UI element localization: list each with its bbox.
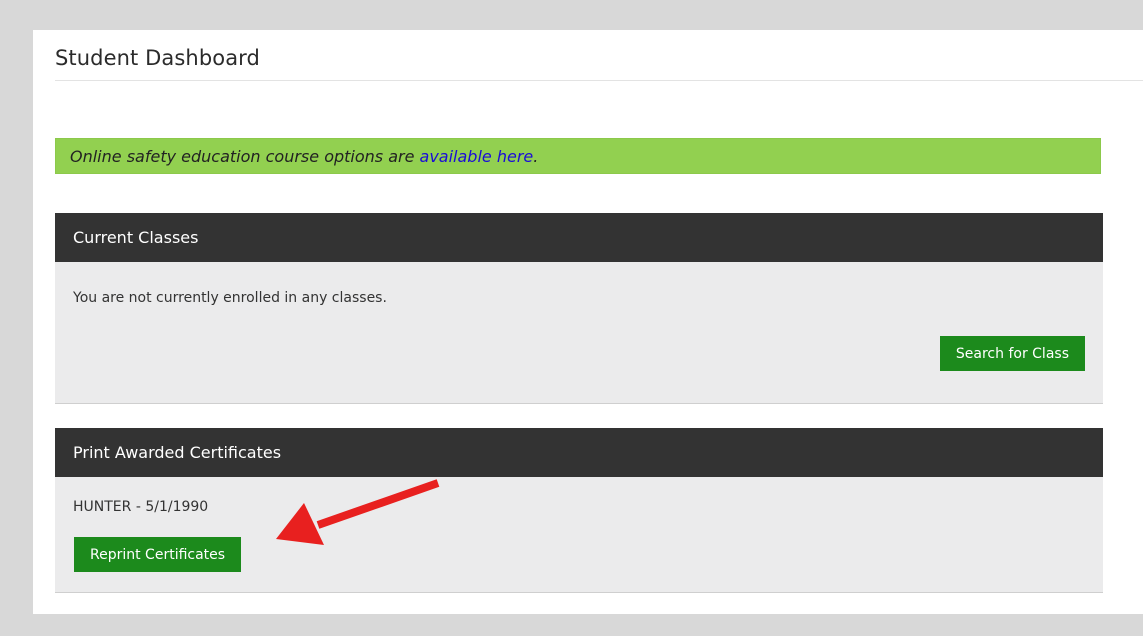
arrow-shaft <box>316 479 440 529</box>
page-title: Student Dashboard <box>55 46 260 70</box>
dashboard-card: Student Dashboard Online safety educatio… <box>33 30 1143 614</box>
banner-suffix: . <box>533 146 539 166</box>
title-divider <box>55 80 1143 81</box>
reprint-certificates-button[interactable]: Reprint Certificates <box>74 537 242 572</box>
certificates-header: Print Awarded Certificates <box>55 428 1103 477</box>
no-classes-message: You are not currently enrolled in any cl… <box>73 290 387 306</box>
info-banner: Online safety education course options a… <box>55 138 1101 174</box>
red-arrow-icon <box>276 479 440 545</box>
current-classes-header: Current Classes <box>55 213 1103 262</box>
certificates-panel: Print Awarded Certificates HUNTER - 5/1/… <box>55 428 1103 593</box>
available-here-link[interactable]: available here <box>420 147 534 166</box>
arrow-head <box>276 503 324 545</box>
certificate-entry: HUNTER - 5/1/1990 <box>73 499 209 515</box>
banner-text: Online safety education course options a… <box>70 146 415 166</box>
search-for-class-button[interactable]: Search for Class <box>939 336 1085 371</box>
current-classes-panel: Current Classes You are not currently en… <box>55 213 1103 404</box>
